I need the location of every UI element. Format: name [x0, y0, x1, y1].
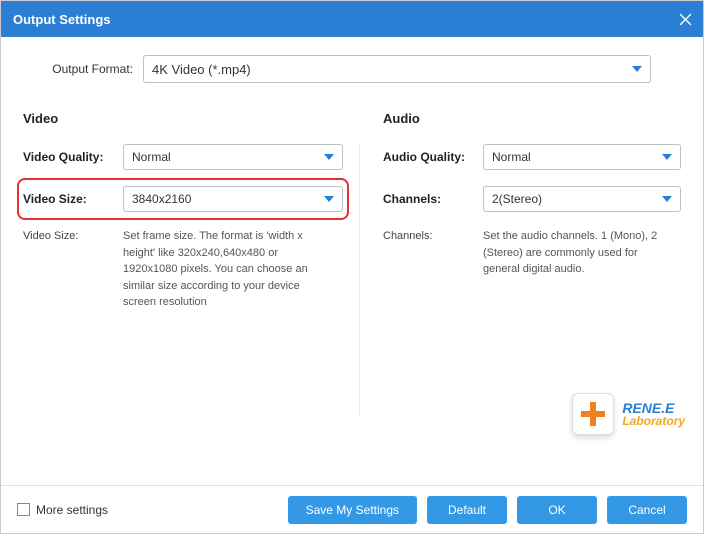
video-column: Video Video Quality: Normal Video Size: …	[23, 111, 343, 311]
video-quality-label: Video Quality:	[23, 150, 123, 164]
audio-quality-row: Audio Quality: Normal	[383, 144, 681, 170]
video-size-desc-label: Video Size:	[23, 228, 123, 311]
window-title: Output Settings	[13, 12, 111, 27]
checkbox-box	[17, 503, 30, 516]
brand-logo: RENE.E Laboratory	[572, 393, 685, 435]
ok-button[interactable]: OK	[517, 496, 597, 524]
channels-row: Channels: 2(Stereo)	[383, 186, 681, 212]
logo-sub: Laboratory	[622, 414, 685, 428]
video-quality-dropdown[interactable]: Normal	[123, 144, 343, 170]
video-size-desc-text: Set frame size. The format is 'width x h…	[123, 228, 343, 311]
footer: More settings Save My Settings Default O…	[1, 485, 703, 533]
logo-text: RENE.E Laboratory	[622, 400, 685, 428]
vertical-divider	[359, 145, 360, 415]
more-settings-checkbox[interactable]: More settings	[17, 503, 108, 517]
channels-desc-text: Set the audio channels. 1 (Mono), 2 (Ste…	[483, 228, 681, 278]
content-area: Output Format: 4K Video (*.mp4) Video Vi…	[1, 37, 703, 485]
video-size-value: 3840x2160	[132, 192, 191, 206]
audio-quality-label: Audio Quality:	[383, 150, 483, 164]
chevron-down-icon	[662, 196, 672, 202]
video-quality-value: Normal	[132, 150, 171, 164]
chevron-down-icon	[324, 196, 334, 202]
channels-description: Channels: Set the audio channels. 1 (Mon…	[383, 228, 681, 278]
channels-label: Channels:	[383, 192, 483, 206]
output-format-label: Output Format:	[23, 62, 133, 76]
channels-dropdown[interactable]: 2(Stereo)	[483, 186, 681, 212]
video-quality-row: Video Quality: Normal	[23, 144, 343, 170]
audio-heading: Audio	[383, 111, 681, 126]
audio-quality-value: Normal	[492, 150, 531, 164]
channels-value: 2(Stereo)	[492, 192, 542, 206]
save-settings-button[interactable]: Save My Settings	[288, 496, 417, 524]
logo-icon	[572, 393, 614, 435]
titlebar: Output Settings	[1, 1, 703, 37]
video-size-description: Video Size: Set frame size. The format i…	[23, 228, 343, 311]
video-size-label: Video Size:	[23, 192, 123, 206]
chevron-down-icon	[324, 154, 334, 160]
chevron-down-icon	[662, 154, 672, 160]
close-icon	[679, 13, 692, 26]
chevron-down-icon	[632, 66, 642, 72]
channels-desc-label: Channels:	[383, 228, 483, 278]
output-format-row: Output Format: 4K Video (*.mp4)	[23, 55, 681, 83]
default-button[interactable]: Default	[427, 496, 507, 524]
settings-columns: Video Video Quality: Normal Video Size: …	[23, 111, 681, 311]
output-format-dropdown[interactable]: 4K Video (*.mp4)	[143, 55, 651, 83]
video-heading: Video	[23, 111, 343, 126]
close-button[interactable]	[667, 1, 703, 37]
video-size-row: Video Size: 3840x2160	[17, 178, 349, 220]
cancel-button[interactable]: Cancel	[607, 496, 687, 524]
audio-column: Audio Audio Quality: Normal Channels: 2(…	[383, 111, 681, 311]
output-format-value: 4K Video (*.mp4)	[152, 62, 251, 77]
more-settings-label: More settings	[36, 503, 108, 517]
video-size-dropdown[interactable]: 3840x2160	[123, 186, 343, 212]
audio-quality-dropdown[interactable]: Normal	[483, 144, 681, 170]
